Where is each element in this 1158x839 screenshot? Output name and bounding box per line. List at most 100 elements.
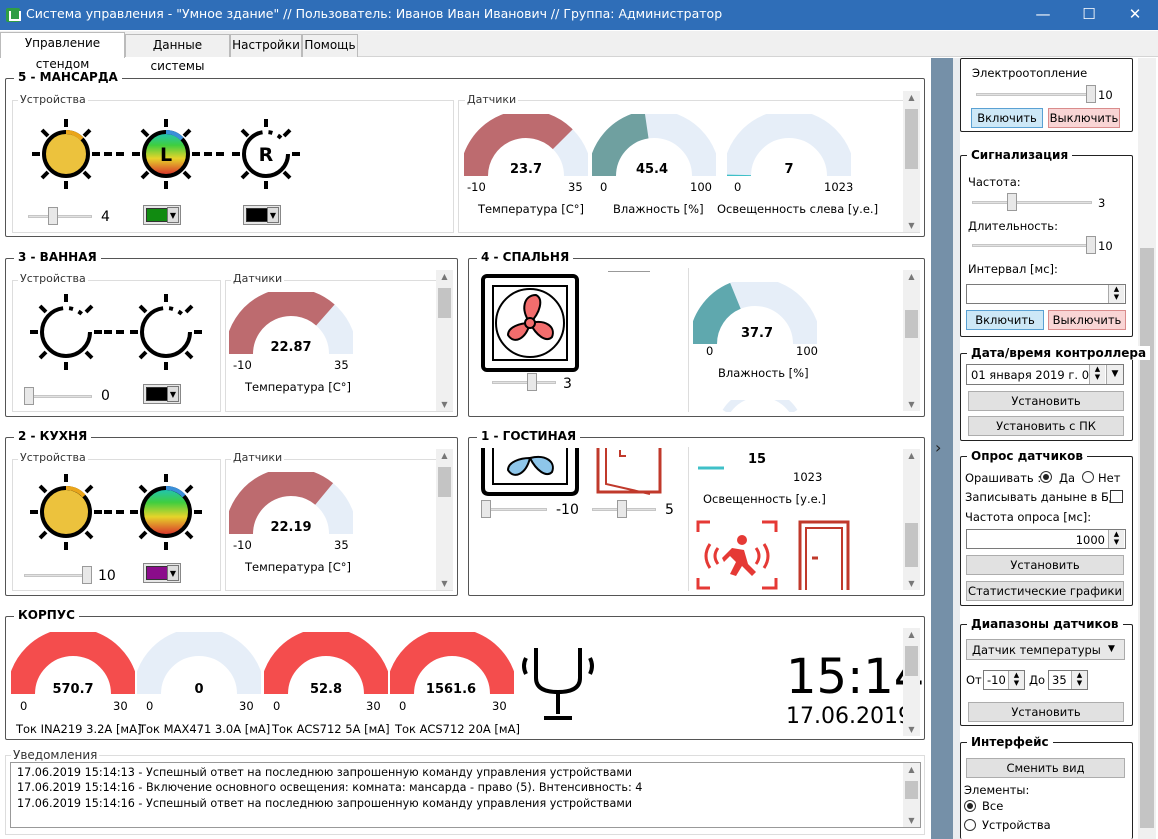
gostinaya-fan-slider-track[interactable] — [483, 508, 547, 511]
mansarda-slider-thumb[interactable] — [48, 207, 58, 225]
heating-on-button[interactable]: Включить — [971, 108, 1043, 128]
right-panel-scrollbar[interactable] — [1138, 58, 1156, 839]
polling-freq-spin[interactable]: ▲ ▼ — [1108, 530, 1124, 548]
range-to-spin[interactable]: ▲ ▼ — [1071, 671, 1087, 689]
close-button[interactable]: ✕ — [1112, 0, 1158, 30]
vannaya-scrollbar[interactable]: ▲ ▼ — [436, 270, 453, 411]
heating-slider-thumb[interactable] — [1086, 85, 1096, 103]
alarm-duration-slider-track[interactable] — [972, 244, 1092, 247]
heating-label: Электроотопление — [970, 66, 1090, 80]
alarm-duration-slider-thumb[interactable] — [1086, 236, 1096, 254]
lamp-1-icon[interactable] — [30, 294, 102, 370]
gostinaya-scrollbar[interactable]: ▲ ▼ — [903, 449, 920, 590]
alarm-off-button[interactable]: Выключить — [1048, 310, 1126, 330]
polling-yes-radio[interactable] — [1040, 471, 1052, 483]
lamp-main-icon[interactable] — [30, 474, 102, 550]
datetime-set-button[interactable]: Установить — [968, 391, 1124, 411]
fan-icon[interactable] — [480, 448, 580, 496]
spalnya-fan-slider-track[interactable] — [492, 381, 556, 384]
korpus-scrollbar[interactable]: ▲ ▼ — [903, 628, 920, 736]
range-to-label: До — [1029, 673, 1046, 687]
room-spalnya-title: 4 - СПАЛЬНЯ — [477, 250, 574, 264]
interface-all-radio[interactable] — [964, 800, 976, 812]
ranges-set-button[interactable]: Установить — [968, 702, 1124, 722]
maximize-button[interactable]: ☐ — [1066, 0, 1112, 30]
mansarda-devices-title: Устройства — [18, 93, 88, 106]
door-closed-icon[interactable] — [796, 520, 852, 590]
lamp-main-icon[interactable] — [32, 119, 100, 189]
polling-no-radio[interactable] — [1082, 471, 1094, 483]
minimize-button[interactable]: — — [1020, 0, 1066, 30]
polling-db-checkbox[interactable] — [1110, 490, 1123, 503]
range-from-spin[interactable]: ▲ ▼ — [1008, 671, 1024, 689]
gauge-current-2-min: 0 — [146, 699, 154, 713]
gauge-temp-kuhnya-min: -10 — [233, 538, 252, 552]
kuhnya-scrollbar[interactable]: ▲ ▼ — [436, 449, 453, 590]
tuning-fork-icon[interactable] — [520, 644, 598, 728]
range-from-label: От — [966, 673, 982, 687]
kuhnya-color[interactable]: ▼ — [143, 563, 181, 583]
mansarda-color-right[interactable]: ▼ — [243, 205, 281, 225]
spalnya-fan-slider-thumb[interactable] — [527, 373, 537, 391]
gauge-temp-vannaya-max: 35 — [334, 358, 349, 372]
lamp-rgb-icon[interactable] — [130, 474, 202, 550]
alarm-freq-slider-thumb[interactable] — [1007, 193, 1017, 211]
kuhnya-slider-thumb[interactable] — [82, 566, 92, 584]
datetime-title: Дата/время контроллера — [967, 346, 1151, 360]
gauge-current-3-max: 30 — [366, 699, 381, 713]
mansarda-color-left[interactable]: ▼ — [143, 205, 181, 225]
sensor-select[interactable]: Датчик температуры — [966, 639, 1125, 660]
gostinaya-fan-slider-thumb[interactable] — [481, 500, 491, 518]
color-swatch — [146, 208, 168, 222]
gauge-current-3-label: Ток ACS712 5A [мА] — [272, 722, 390, 736]
alarm-interval-input[interactable] — [966, 284, 1126, 304]
spalnya-divider — [688, 268, 689, 412]
motion-sensor-icon[interactable] — [696, 520, 778, 590]
lamp-2-icon[interactable] — [130, 294, 202, 370]
lamp-right-icon[interactable]: R — [232, 119, 300, 189]
change-view-button[interactable]: Сменить вид — [966, 758, 1125, 778]
tab-help[interactable]: Помощь — [302, 34, 358, 57]
tab-system-data[interactable]: Данные системы — [125, 34, 230, 73]
gostinaya-door-slider-thumb[interactable] — [617, 500, 627, 518]
gauge-current-1-value: 570.7 — [52, 682, 94, 697]
stats-charts-button[interactable]: Статистические графики — [966, 581, 1124, 601]
tab-settings[interactable]: Настройки — [230, 34, 302, 57]
spalnya-scrollbar[interactable]: ▲ ▼ — [903, 270, 920, 411]
interface-devices-label: Устройства — [982, 818, 1051, 832]
datetime-spin[interactable]: ▲ ▼ — [1089, 365, 1105, 384]
alarm-freq-slider-track[interactable] — [972, 201, 1092, 204]
app-icon — [6, 8, 21, 22]
vannaya-slider-track[interactable] — [24, 395, 92, 398]
gauge-temp-vannaya-min: -10 — [233, 358, 252, 372]
polling-poll-label: Орашивать : — [965, 471, 1042, 485]
chevron-down-icon: ▼ — [167, 386, 179, 402]
mansarda-slider-track[interactable] — [28, 215, 92, 218]
notifications-list[interactable]: 17.06.2019 15:14:13 - Успешный ответ на … — [10, 762, 921, 828]
lamp-left-icon[interactable]: L — [132, 119, 200, 189]
korpus-title: КОРПУС — [14, 608, 79, 622]
heating-off-button[interactable]: Выключить — [1048, 108, 1120, 128]
gauge-light-mansarda-label: Освещенность слева [у.е.] — [717, 202, 879, 216]
polling-freq-input[interactable]: 1000 — [966, 529, 1126, 549]
tab-strip: Управление стендом Данные системы Настро… — [0, 31, 1158, 73]
kuhnya-slider-value: 10 — [98, 568, 116, 584]
alarm-interval-spin[interactable]: ▲ ▼ — [1108, 285, 1124, 303]
mansarda-scrollbar[interactable]: ▲ ▼ — [903, 91, 920, 232]
door-open-icon[interactable] — [590, 448, 670, 498]
vannaya-slider-thumb[interactable] — [24, 387, 34, 405]
calendar-dropdown-icon[interactable]: ▼ — [1106, 365, 1123, 384]
alarm-on-button[interactable]: Включить — [966, 310, 1044, 330]
fan-icon[interactable] — [480, 273, 580, 373]
heating-slider-track[interactable] — [976, 93, 1094, 96]
chevron-down-icon: ▼ — [167, 565, 179, 581]
gauge-current-4-min: 0 — [399, 699, 407, 713]
vannaya-color[interactable]: ▼ — [143, 384, 181, 404]
chevron-right-icon[interactable]: › — [935, 438, 941, 457]
interface-devices-radio[interactable] — [964, 819, 976, 831]
notifications-scrollbar[interactable]: ▲ ▼ — [903, 763, 920, 827]
tab-control[interactable]: Управление стендом — [0, 32, 125, 71]
gauge-current-3-value: 52.8 — [309, 682, 343, 697]
datetime-set-pc-button[interactable]: Установить с ПК — [968, 416, 1124, 436]
polling-set-button[interactable]: Установить — [966, 555, 1124, 575]
